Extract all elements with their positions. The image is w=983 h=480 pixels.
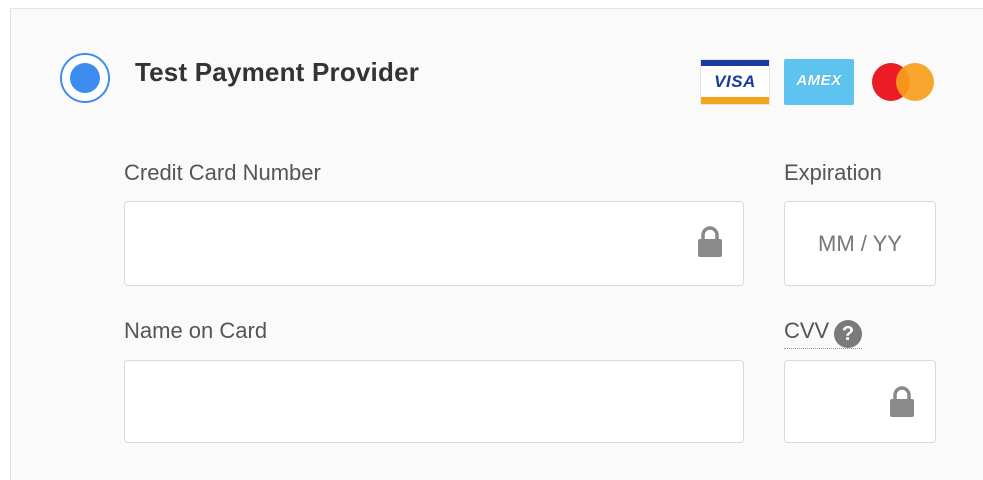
lock-icon [890,386,914,417]
cvv-label: CVV [784,318,830,343]
name-on-card-input[interactable] [124,360,744,443]
question-circle-icon[interactable]: ? [834,320,862,348]
visa-logo-text: VISA [714,72,756,91]
provider-radio-button[interactable] [60,53,110,103]
amex-logo-text: AMEX [796,72,842,89]
card-number-input[interactable] [124,201,744,286]
card-number-label: Credit Card Number [124,160,321,185]
mastercard-orange-circle [896,63,934,101]
provider-title: Test Payment Provider [135,57,420,87]
expiration-input[interactable] [784,201,936,286]
name-on-card-label: Name on Card [124,318,268,343]
radio-selected-dot [70,63,100,93]
amex-logo: AMEX [784,59,854,105]
visa-logo: VISA [700,59,770,105]
cvv-label-underline [784,348,862,349]
mastercard-logo [872,59,938,105]
lock-icon [698,226,722,257]
expiration-label: Expiration [784,160,882,185]
